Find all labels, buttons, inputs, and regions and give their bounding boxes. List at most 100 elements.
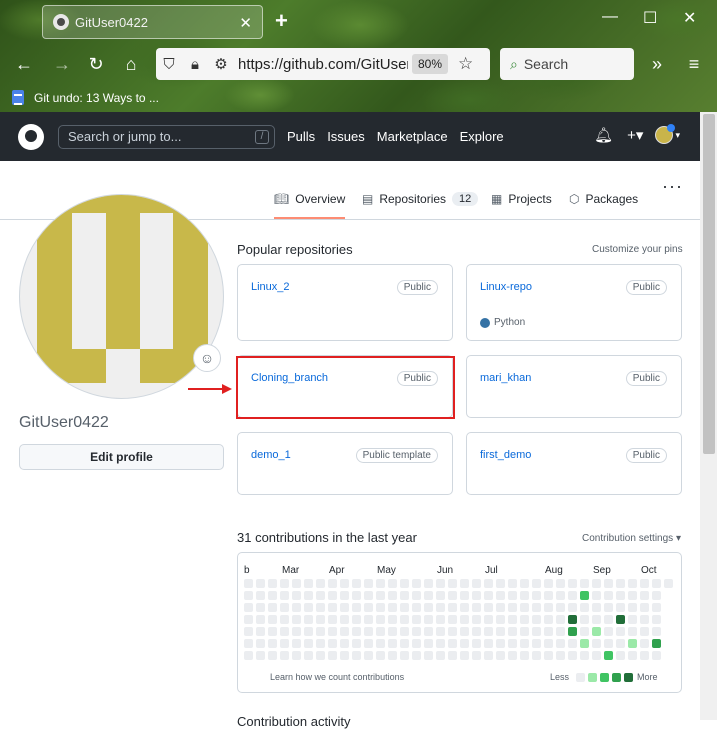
- contribution-day[interactable]: [376, 651, 385, 660]
- contribution-day[interactable]: [448, 591, 457, 600]
- contribution-day[interactable]: [328, 615, 337, 624]
- contribution-day[interactable]: [484, 627, 493, 636]
- status-emoji-icon[interactable]: ☺: [193, 344, 221, 372]
- contribution-day[interactable]: [640, 579, 649, 588]
- contribution-day[interactable]: [328, 591, 337, 600]
- contribution-day[interactable]: [292, 651, 301, 660]
- contribution-day[interactable]: [424, 615, 433, 624]
- contribution-day[interactable]: [628, 615, 637, 624]
- contribution-day[interactable]: [304, 603, 313, 612]
- contribution-day[interactable]: [436, 627, 445, 636]
- contribution-day[interactable]: [520, 591, 529, 600]
- contribution-day[interactable]: [616, 615, 625, 624]
- contribution-day[interactable]: [484, 603, 493, 612]
- contribution-day[interactable]: [364, 603, 373, 612]
- contribution-day[interactable]: [292, 615, 301, 624]
- contribution-day[interactable]: [652, 651, 661, 660]
- contribution-day[interactable]: [424, 651, 433, 660]
- contribution-day[interactable]: [376, 591, 385, 600]
- contribution-day[interactable]: [568, 579, 577, 588]
- contribution-day[interactable]: [256, 579, 265, 588]
- contribution-day[interactable]: [532, 615, 541, 624]
- contribution-day[interactable]: [664, 579, 673, 588]
- contribution-day[interactable]: [568, 615, 577, 624]
- contribution-day[interactable]: [640, 639, 649, 648]
- contribution-day[interactable]: [400, 639, 409, 648]
- contribution-day[interactable]: [412, 591, 421, 600]
- contribution-day[interactable]: [472, 639, 481, 648]
- contribution-day[interactable]: [604, 603, 613, 612]
- contribution-day[interactable]: [364, 651, 373, 660]
- github-logo-icon[interactable]: [18, 123, 44, 150]
- contribution-day[interactable]: [532, 639, 541, 648]
- contribution-day[interactable]: [352, 651, 361, 660]
- contribution-day[interactable]: [352, 639, 361, 648]
- contribution-day[interactable]: [652, 579, 661, 588]
- contribution-day[interactable]: [364, 591, 373, 600]
- contribution-day[interactable]: [544, 639, 553, 648]
- contribution-day[interactable]: [424, 639, 433, 648]
- contribution-day[interactable]: [304, 615, 313, 624]
- contribution-day[interactable]: [460, 639, 469, 648]
- contribution-day[interactable]: [376, 615, 385, 624]
- contribution-day[interactable]: [628, 603, 637, 612]
- contribution-day[interactable]: [604, 627, 613, 636]
- contribution-day[interactable]: [304, 591, 313, 600]
- contribution-day[interactable]: [412, 651, 421, 660]
- contribution-day[interactable]: [460, 579, 469, 588]
- contribution-day[interactable]: [652, 627, 661, 636]
- contribution-day[interactable]: [604, 651, 613, 660]
- contribution-day[interactable]: [436, 639, 445, 648]
- contribution-day[interactable]: [556, 579, 565, 588]
- contribution-day[interactable]: [532, 627, 541, 636]
- contribution-day[interactable]: [592, 615, 601, 624]
- url-bar[interactable]: ⛉ 🔒︎ ⚙ https://github.com/GitUser0422 80…: [156, 48, 490, 80]
- contribution-day[interactable]: [244, 591, 253, 600]
- contribution-day[interactable]: [592, 651, 601, 660]
- contribution-day[interactable]: [460, 615, 469, 624]
- contribution-day[interactable]: [388, 627, 397, 636]
- contribution-day[interactable]: [616, 627, 625, 636]
- contribution-day[interactable]: [400, 591, 409, 600]
- contribution-day[interactable]: [556, 639, 565, 648]
- contribution-day[interactable]: [568, 627, 577, 636]
- contribution-day[interactable]: [364, 639, 373, 648]
- contribution-day[interactable]: [532, 591, 541, 600]
- contribution-day[interactable]: [388, 603, 397, 612]
- contribution-day[interactable]: [652, 615, 661, 624]
- contribution-day[interactable]: [520, 615, 529, 624]
- contribution-day[interactable]: [424, 579, 433, 588]
- maximize-icon[interactable]: ☐: [643, 8, 657, 28]
- contribution-day[interactable]: [424, 591, 433, 600]
- contribution-day[interactable]: [280, 603, 289, 612]
- contribution-day[interactable]: [316, 639, 325, 648]
- contribution-day[interactable]: [352, 627, 361, 636]
- contribution-day[interactable]: [496, 639, 505, 648]
- repo-name-link[interactable]: demo_1: [251, 449, 291, 461]
- contribution-day[interactable]: [472, 651, 481, 660]
- bell-icon[interactable]: 🔔︎: [594, 126, 613, 144]
- home-icon[interactable]: ⌂: [119, 54, 143, 75]
- contribution-day[interactable]: [520, 603, 529, 612]
- minimize-icon[interactable]: —: [602, 8, 618, 26]
- edit-profile-button[interactable]: Edit profile: [19, 444, 224, 470]
- contribution-day[interactable]: [652, 603, 661, 612]
- contribution-day[interactable]: [436, 603, 445, 612]
- contribution-day[interactable]: [508, 639, 517, 648]
- contribution-day[interactable]: [652, 639, 661, 648]
- tab-projects[interactable]: ▦ Projects: [491, 192, 552, 206]
- contribution-day[interactable]: [616, 651, 625, 660]
- contribution-day[interactable]: [508, 603, 517, 612]
- contribution-day[interactable]: [352, 579, 361, 588]
- contribution-day[interactable]: [316, 615, 325, 624]
- contribution-day[interactable]: [568, 651, 577, 660]
- contribution-day[interactable]: [520, 639, 529, 648]
- contribution-day[interactable]: [316, 603, 325, 612]
- repo-name-link[interactable]: Linux_2: [251, 281, 290, 293]
- contribution-day[interactable]: [484, 579, 493, 588]
- contribution-day[interactable]: [364, 615, 373, 624]
- contribution-day[interactable]: [424, 627, 433, 636]
- contribution-day[interactable]: [556, 615, 565, 624]
- contribution-day[interactable]: [472, 579, 481, 588]
- contribution-day[interactable]: [268, 591, 277, 600]
